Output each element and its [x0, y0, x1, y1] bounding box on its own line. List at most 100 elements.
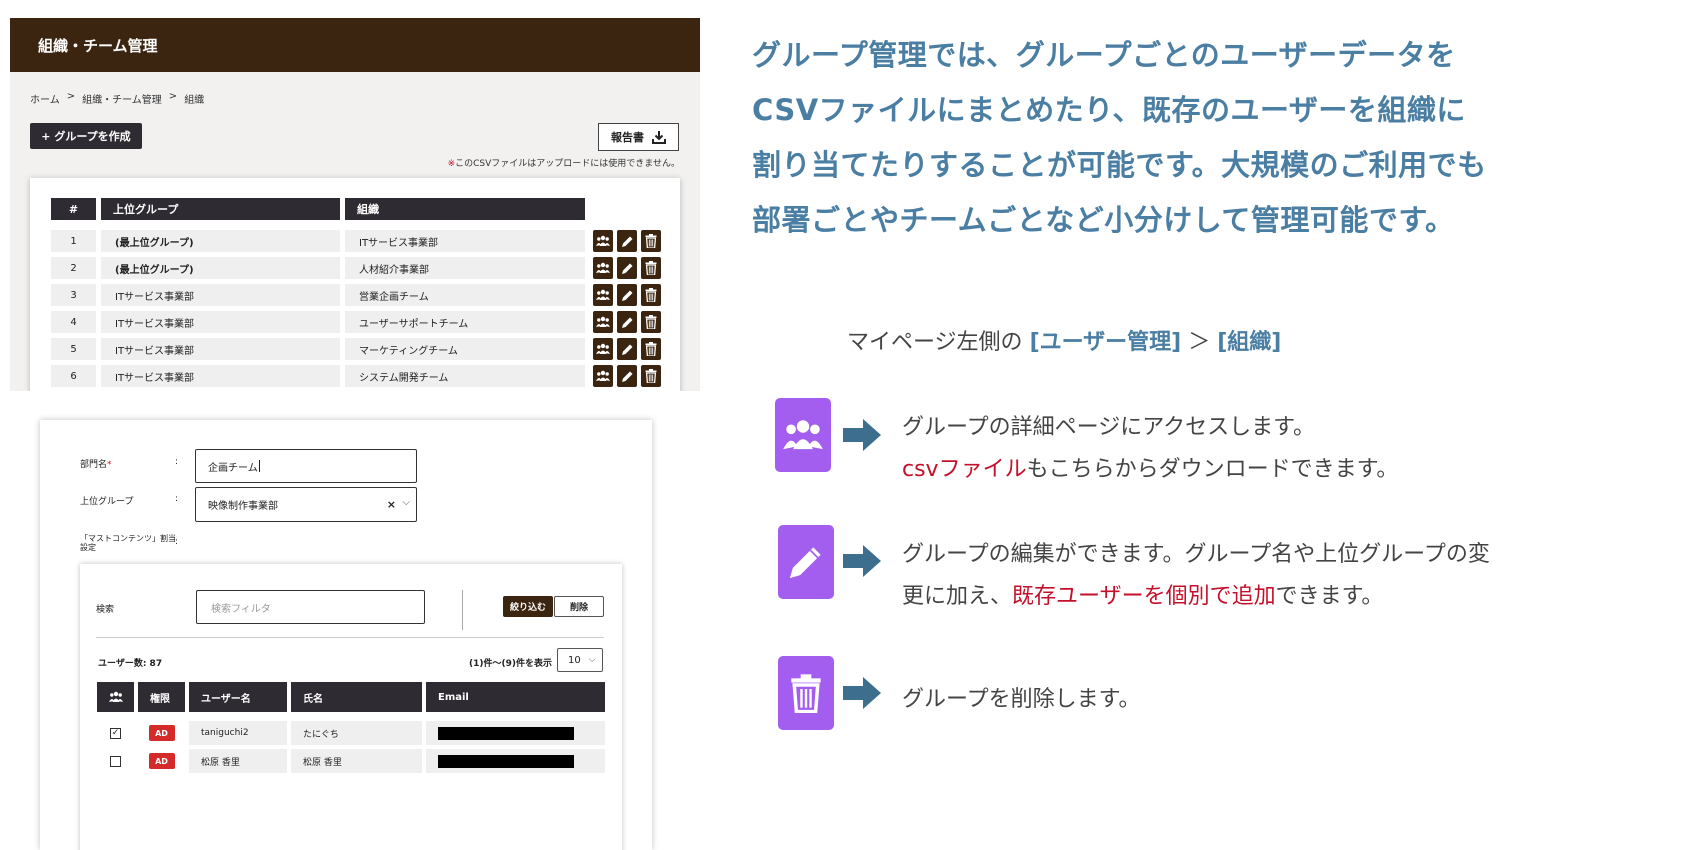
- feature-detail-line2: csvファイルもこちらからダウンロードできます。: [902, 449, 1398, 491]
- breadcrumb-team-management[interactable]: 組織・チーム管理: [82, 91, 162, 106]
- dept-name-label-text: 部門名: [80, 460, 108, 470]
- parent-group-select[interactable]: 映像制作事業部 × ⌵: [195, 487, 417, 522]
- group-delete-feature-icon: [778, 656, 834, 730]
- trash-icon: [791, 674, 821, 713]
- row-number: 1: [51, 230, 96, 252]
- users-icon: [596, 370, 610, 381]
- column-header-email: Email: [426, 682, 605, 712]
- feature-detail-rest: もこちらからダウンロードできます。: [1026, 457, 1399, 482]
- headline-line: 部署ごとやチームごとなど小分けして管理可能です。: [752, 203, 1455, 237]
- clear-icon[interactable]: ×: [387, 498, 396, 511]
- delete-group-button[interactable]: [641, 257, 661, 279]
- row-parent-group: ITサービス事業部: [101, 338, 340, 360]
- row-organization: ITサービス事業部: [345, 230, 585, 252]
- row-actions: [593, 338, 661, 360]
- headline-line: 割り当てたりすることが可能です。大規模のご利用でも: [752, 148, 1487, 182]
- nav-organization: [組織]: [1217, 330, 1282, 355]
- row-actions: [593, 311, 661, 333]
- dept-name-value: 企画チーム: [208, 462, 258, 474]
- search-input[interactable]: 検索フィルタ: [196, 590, 425, 624]
- user-checkbox[interactable]: [110, 755, 121, 767]
- group-edit-screenshot: 部門名* : 企画チーム 上位グループ : 映像制作事業部 × ⌵ 「マストコン…: [40, 420, 652, 850]
- users-icon: [783, 420, 823, 450]
- user-checkbox[interactable]: ✓: [110, 727, 121, 739]
- table-row: 2 (最上位グループ) 人材紹介事業部: [51, 257, 661, 279]
- table-row: ✓ AD taniguchi2 たにぐち: [97, 721, 605, 745]
- group-detail-button[interactable]: [593, 257, 613, 279]
- feature-edit-line1: グループの編集ができます。グループ名や上位グループの変: [902, 542, 1490, 567]
- group-detail-button[interactable]: [593, 311, 613, 333]
- colon: :: [175, 494, 179, 504]
- edit-group-button[interactable]: [617, 338, 637, 360]
- row-organization: 人材紹介事業部: [345, 257, 585, 279]
- row-parent-group: ITサービス事業部: [101, 365, 340, 387]
- delete-group-button[interactable]: [641, 338, 661, 360]
- edit-group-button[interactable]: [617, 311, 637, 333]
- breadcrumb-home[interactable]: ホーム: [30, 91, 60, 106]
- nav-separator: ＞: [1181, 330, 1218, 355]
- row-organization: 営業企画チーム: [345, 284, 585, 306]
- text-cursor: [258, 460, 260, 472]
- pencil-icon: [789, 547, 821, 579]
- table-row: AD 松原 香里 松原 香里: [97, 749, 605, 773]
- per-page-select[interactable]: 10 ⌵: [557, 648, 603, 672]
- headline: グループ管理では、グループごとのユーザーデータを CSVファイルにまとめたり、既…: [752, 28, 1552, 248]
- feature-edit-post: できます。: [1275, 584, 1384, 609]
- row-parent-group: (最上位グループ): [101, 230, 340, 252]
- divider: [96, 637, 604, 638]
- column-header-organization: 組織: [345, 198, 585, 220]
- feature-edit-line2: 更に加え、既存ユーザーを個別で追加できます。: [902, 576, 1490, 618]
- table-row: 5 ITサービス事業部 マーケティングチーム: [51, 338, 661, 360]
- edit-group-button[interactable]: [617, 230, 637, 252]
- group-detail-button[interactable]: [593, 230, 613, 252]
- pencil-icon: [621, 290, 632, 301]
- parent-group-value: 映像制作事業部: [208, 501, 278, 512]
- pencil-icon: [621, 344, 632, 355]
- create-group-button[interactable]: + グループを作成: [30, 123, 142, 149]
- dept-name-input[interactable]: 企画チーム: [195, 449, 417, 483]
- row-number: 4: [51, 311, 96, 333]
- download-icon: [652, 131, 666, 144]
- clear-filter-button[interactable]: 削除: [554, 596, 604, 617]
- delete-group-button[interactable]: [641, 311, 661, 333]
- group-detail-button[interactable]: [593, 338, 613, 360]
- content-assign-label-line1: 「マストコンテンツ」割当: [80, 534, 176, 543]
- role-badge: AD: [148, 753, 175, 769]
- chevron-down-icon: ⌵: [402, 497, 410, 508]
- row-actions: [593, 284, 661, 306]
- users-icon: [596, 289, 610, 300]
- group-detail-button[interactable]: [593, 284, 613, 306]
- csv-note: ※このCSVファイルはアップロードには使用できません。: [448, 156, 680, 169]
- feature-delete-text: グループを削除します。: [902, 687, 1141, 712]
- trash-icon: [645, 288, 657, 302]
- delete-group-button[interactable]: [641, 230, 661, 252]
- group-detail-button[interactable]: [593, 365, 613, 387]
- column-header-name: 氏名: [291, 682, 422, 712]
- search-label: 検索: [96, 605, 115, 615]
- email-cell: [426, 721, 605, 745]
- row-actions: [593, 230, 661, 252]
- table-row: 1 (最上位グループ) ITサービス事業部: [51, 230, 661, 252]
- edit-group-button[interactable]: [617, 365, 637, 387]
- feature-detail-text: グループの詳細ページにアクセスします。 csvファイルもこちらからダウンロードで…: [902, 407, 1398, 491]
- result-range: (1)件〜(9)件を表示: [469, 659, 552, 669]
- filter-button[interactable]: 絞り込む: [503, 596, 553, 617]
- add-users-highlight: 既存ユーザーを個別で追加: [1012, 584, 1276, 609]
- role-cell: AD: [138, 753, 185, 769]
- breadcrumb-current: 組織: [184, 95, 205, 106]
- report-download-button[interactable]: 報告書: [598, 123, 679, 151]
- username-cell: 松原 香里: [189, 749, 287, 773]
- navigation-path: マイページ左側の [ユーザー管理] ＞ [組織]: [847, 324, 1281, 356]
- colon: :: [175, 457, 179, 467]
- delete-group-button[interactable]: [641, 365, 661, 387]
- table-header: # 上位グループ 組織: [51, 198, 585, 220]
- user-table-header: 権限 ユーザー名 氏名 Email: [97, 682, 605, 712]
- delete-group-button[interactable]: [641, 284, 661, 306]
- csv-file-highlight: csvファイル: [902, 457, 1027, 482]
- report-button-label: 報告書: [611, 131, 644, 144]
- edit-group-button[interactable]: [617, 257, 637, 279]
- dept-name-label: 部門名*: [80, 457, 112, 470]
- row-select-cell: [97, 755, 134, 767]
- edit-group-button[interactable]: [617, 284, 637, 306]
- row-organization: システム開発チーム: [345, 365, 585, 387]
